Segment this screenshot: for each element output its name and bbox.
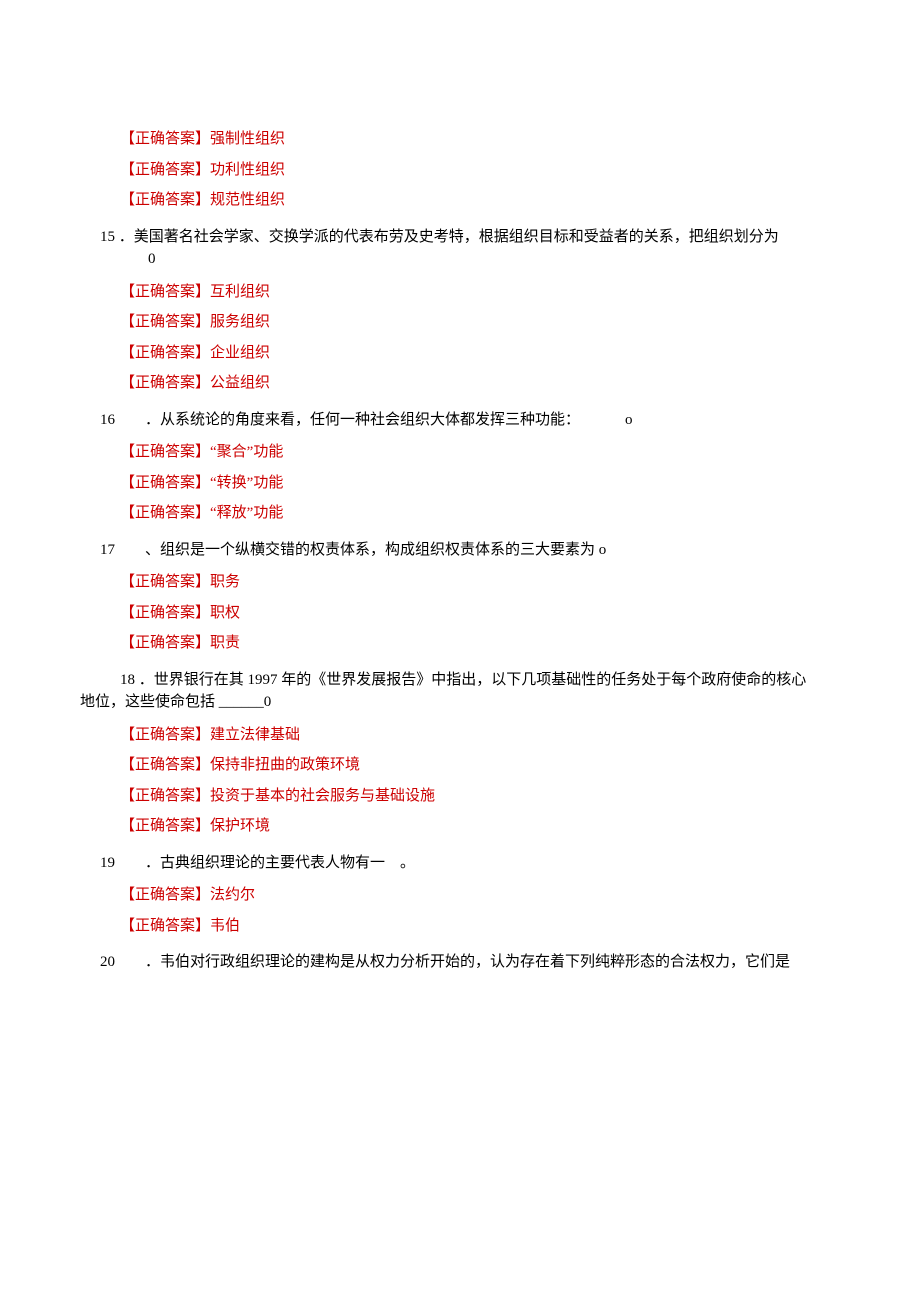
answer-label: 【正确答案】 xyxy=(120,887,210,903)
question-text-line1: ．世界银行在其 1997 年的《世界发展报告》中指出，以下几项基础性的任务处于每… xyxy=(139,672,807,688)
question-number: 19 xyxy=(100,855,115,871)
question-text: ．古典组织理论的主要代表人物有一 。 xyxy=(145,855,415,871)
question-17: 17 、组织是一个纵横交错的权责体系，构成组织权责体系的三大要素为 o xyxy=(100,539,840,562)
question-number: 17 xyxy=(100,542,115,558)
answer-line: 【正确答案】保护环境 xyxy=(120,815,840,838)
answer-line: 【正确答案】“释放”功能 xyxy=(120,502,840,525)
question-text-sub: 0 xyxy=(148,248,840,271)
answer-line: 【正确答案】功利性组织 xyxy=(120,159,840,182)
document-page: 【正确答案】强制性组织 【正确答案】功利性组织 【正确答案】规范性组织 15 ．… xyxy=(0,0,920,1301)
answer-text: 职权 xyxy=(210,605,240,621)
answer-line: 【正确答案】职务 xyxy=(120,571,840,594)
answer-line: 【正确答案】韦伯 xyxy=(120,915,840,938)
answer-label: 【正确答案】 xyxy=(120,818,210,834)
question-text: 、组织是一个纵横交错的权责体系，构成组织权责体系的三大要素为 o xyxy=(145,542,606,558)
answer-label: 【正确答案】 xyxy=(120,375,210,391)
answer-line: 【正确答案】职权 xyxy=(120,602,840,625)
answer-text: 韦伯 xyxy=(210,918,240,934)
answer-text: 建立法律基础 xyxy=(210,727,300,743)
answer-line: 【正确答案】法约尔 xyxy=(120,884,840,907)
answer-line: 【正确答案】强制性组织 xyxy=(120,128,840,151)
question-number: 18 xyxy=(120,672,135,688)
answer-line: 【正确答案】“聚合”功能 xyxy=(120,441,840,464)
answer-text: 互利组织 xyxy=(210,284,270,300)
answer-line: 【正确答案】“转换”功能 xyxy=(120,472,840,495)
answer-text: “转换”功能 xyxy=(210,475,283,491)
answer-line: 【正确答案】企业组织 xyxy=(120,342,840,365)
question-15: 15 ．美国著名社会学家、交换学派的代表布劳及史考特，根据组织目标和受益者的关系… xyxy=(100,226,840,271)
question-20: 20 ．韦伯对行政组织理论的建构是从权力分析开始的，认为存在着下列纯粹形态的合法… xyxy=(100,951,840,974)
answer-label: 【正确答案】 xyxy=(120,314,210,330)
answer-text: 服务组织 xyxy=(210,314,270,330)
answer-label: 【正确答案】 xyxy=(120,444,210,460)
answer-line: 【正确答案】规范性组织 xyxy=(120,189,840,212)
answer-label: 【正确答案】 xyxy=(120,757,210,773)
answer-text: 规范性组织 xyxy=(210,192,285,208)
answer-text: 法约尔 xyxy=(210,887,255,903)
answer-text: 职责 xyxy=(210,635,240,651)
answer-text: “释放”功能 xyxy=(210,505,283,521)
question-number: 20 xyxy=(100,954,115,970)
answer-label: 【正确答案】 xyxy=(120,284,210,300)
answer-text: “聚合”功能 xyxy=(210,444,283,460)
answer-label: 【正确答案】 xyxy=(120,475,210,491)
answer-text: 强制性组织 xyxy=(210,131,285,147)
question-19: 19 ．古典组织理论的主要代表人物有一 。 xyxy=(100,852,840,875)
answer-label: 【正确答案】 xyxy=(120,727,210,743)
answer-line: 【正确答案】保持非扭曲的政策环境 xyxy=(120,754,840,777)
answer-text: 企业组织 xyxy=(210,345,270,361)
answer-text: 功利性组织 xyxy=(210,162,285,178)
answer-text: 职务 xyxy=(210,574,240,590)
answer-label: 【正确答案】 xyxy=(120,788,210,804)
answer-label: 【正确答案】 xyxy=(120,505,210,521)
answer-line: 【正确答案】服务组织 xyxy=(120,311,840,334)
question-number: 16 xyxy=(100,412,115,428)
answer-label: 【正确答案】 xyxy=(120,574,210,590)
answer-label: 【正确答案】 xyxy=(120,918,210,934)
answer-label: 【正确答案】 xyxy=(120,131,210,147)
answer-label: 【正确答案】 xyxy=(120,162,210,178)
question-16: 16 ．从系统论的角度来看，任何一种社会组织大体都发挥三种功能： o xyxy=(100,409,840,432)
answer-line: 【正确答案】公益组织 xyxy=(120,372,840,395)
answer-text: 保护环境 xyxy=(210,818,270,834)
question-18: 18 ．世界银行在其 1997 年的《世界发展报告》中指出，以下几项基础性的任务… xyxy=(80,669,840,714)
answer-label: 【正确答案】 xyxy=(120,605,210,621)
answer-label: 【正确答案】 xyxy=(120,192,210,208)
question-text: ．美国著名社会学家、交换学派的代表布劳及史考特，根据组织目标和受益者的关系，把组… xyxy=(119,229,779,245)
question-number: 15 xyxy=(100,229,115,245)
question-text: ．韦伯对行政组织理论的建构是从权力分析开始的，认为存在着下列纯粹形态的合法权力，… xyxy=(145,954,790,970)
answer-text: 公益组织 xyxy=(210,375,270,391)
answer-line: 【正确答案】建立法律基础 xyxy=(120,724,840,747)
answer-line: 【正确答案】投资于基本的社会服务与基础设施 xyxy=(120,785,840,808)
answer-line: 【正确答案】职责 xyxy=(120,632,840,655)
answer-label: 【正确答案】 xyxy=(120,345,210,361)
answer-text: 投资于基本的社会服务与基础设施 xyxy=(210,788,435,804)
answer-line: 【正确答案】互利组织 xyxy=(120,281,840,304)
answer-text: 保持非扭曲的政策环境 xyxy=(210,757,360,773)
question-text-line2: 地位，这些使命包括 ______0 xyxy=(80,691,840,714)
question-text: ．从系统论的角度来看，任何一种社会组织大体都发挥三种功能： o xyxy=(145,412,633,428)
answer-label: 【正确答案】 xyxy=(120,635,210,651)
